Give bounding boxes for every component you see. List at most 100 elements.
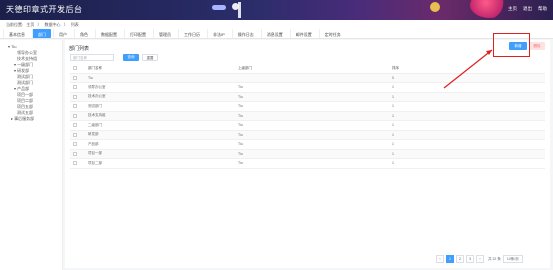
table-row[interactable]: 研发部 Tiu 1: [70, 130, 545, 140]
table-row[interactable]: 二级部门 Tiu 1: [70, 120, 545, 131]
cell-name: 项目二部: [88, 158, 238, 169]
breadcrumb-home[interactable]: 主页: [26, 22, 34, 27]
tab-user[interactable]: 用户: [53, 29, 72, 38]
breadcrumb-data-center[interactable]: 数据中心: [45, 22, 61, 27]
cell-parent: Tiu: [238, 149, 392, 159]
row-checkbox[interactable]: [70, 149, 88, 159]
department-name-filter[interactable]: 部门名称: [70, 54, 114, 61]
cell-sort: 1: [392, 92, 545, 102]
breadcrumb: 当前位置: 主页 〉 数据中心 〉 列表: [0, 20, 553, 29]
department-table: 部门名称 上级部门 排序 Tiu 0 领导办公室 Tiu 1 技术办公室 Tiu: [70, 64, 545, 169]
page-button-2[interactable]: 2: [456, 255, 464, 263]
prev-page-button[interactable]: ‹: [436, 255, 444, 263]
cell-parent: Tiu: [238, 92, 392, 102]
column-header-parent[interactable]: 上级部门: [238, 64, 392, 74]
cell-sort: 1: [392, 149, 545, 159]
breadcrumb-current: 列表: [70, 22, 79, 27]
cell-parent: Tiu: [238, 101, 392, 112]
home-link[interactable]: 主页: [508, 6, 517, 12]
breadcrumb-prefix: 当前位置:: [6, 22, 24, 27]
cell-sort: 1: [392, 158, 545, 169]
main-panel: 部门列表 部门名称 查询 重置 新增 删除 部门名称 上级部门 排序 Tiu 0…: [65, 40, 550, 268]
column-header-sort[interactable]: 排序: [392, 64, 545, 74]
row-checkbox[interactable]: [70, 92, 88, 102]
tab-admin[interactable]: 管理员: [153, 29, 176, 38]
cell-sort: 1: [392, 130, 545, 140]
cell-name: 领导办公室: [88, 82, 238, 93]
table-row[interactable]: 项目二部 Tiu 1: [70, 158, 545, 169]
row-checkbox[interactable]: [70, 101, 88, 112]
cell-name: 测试部门: [88, 101, 238, 112]
table-row[interactable]: 测试部门 Tiu 1: [70, 101, 545, 112]
tab-email-settings[interactable]: 邮件设置: [289, 29, 317, 38]
row-checkbox[interactable]: [70, 130, 88, 140]
tab-basic-info[interactable]: 基本信息: [3, 29, 30, 38]
tab-scheduled-tasks[interactable]: 定时任务: [318, 29, 346, 38]
tab-message-settings[interactable]: 消息设置: [260, 29, 288, 38]
cell-parent: Tiu: [238, 130, 392, 140]
top-header: 天德印章式开发后台 主页 退出 帮助: [0, 0, 553, 20]
cell-parent: Tiu: [238, 82, 392, 93]
page-button-3[interactable]: 3: [466, 255, 474, 263]
next-page-button[interactable]: ›: [476, 255, 484, 263]
column-header-name[interactable]: 部门名称: [88, 64, 238, 74]
blimp-decoration: [212, 5, 226, 10]
department-tree: ▾ Tiu 领导办公室 技术支持组 ▾ 一级部门 ▾ 研发部 测试部门 测试部门…: [0, 40, 63, 270]
reset-button[interactable]: 重置: [142, 54, 158, 61]
tab-illegal-ip[interactable]: 非法IP: [207, 29, 230, 38]
table-row[interactable]: 项目一部 Tiu 1: [70, 149, 545, 159]
app-title: 天德印章式开发后台: [6, 5, 83, 14]
page-title: 部门列表: [69, 46, 90, 52]
tab-operation-log[interactable]: 操作日志: [231, 29, 259, 38]
row-checkbox[interactable]: [70, 158, 88, 169]
table-row[interactable]: Tiu 0: [70, 73, 545, 83]
tab-department[interactable]: 部门: [32, 29, 51, 38]
cell-name: 研发部: [88, 130, 238, 140]
table-row[interactable]: 领导办公室 Tiu 1: [70, 82, 545, 93]
tab-data-config[interactable]: 数据配置: [95, 29, 122, 38]
table-row[interactable]: 产品部 Tiu 1: [70, 139, 545, 150]
cell-sort: 1: [392, 111, 545, 121]
search-button[interactable]: 查询: [123, 54, 139, 61]
cell-name: 技术办公室: [88, 92, 238, 102]
cell-name: 二级部门: [88, 120, 238, 131]
cell-sort: 1: [392, 82, 545, 93]
tab-work-calendar[interactable]: 工作日历: [178, 29, 205, 38]
delete-button[interactable]: 删除: [529, 42, 545, 50]
total-count: 共 22 条: [488, 256, 501, 261]
cell-sort: 1: [392, 120, 545, 131]
row-checkbox[interactable]: [70, 73, 88, 83]
highlight-box: [493, 33, 530, 57]
row-checkbox[interactable]: [70, 120, 88, 131]
tree-node[interactable]: ▸ 事后服务部: [0, 116, 62, 122]
cell-sort: 1: [392, 139, 545, 150]
cell-sort: 1: [392, 101, 545, 112]
cell-parent: Tiu: [238, 120, 392, 131]
page-size-select[interactable]: 10条/页: [502, 255, 523, 263]
breadcrumb-sep: 〉: [37, 22, 42, 27]
header-links: 主页 退出 帮助: [508, 6, 547, 12]
breadcrumb-sep: 〉: [63, 22, 68, 27]
row-checkbox[interactable]: [70, 111, 88, 121]
cell-name: 技术支持组: [88, 111, 238, 121]
cell-parent: Tiu: [238, 158, 392, 169]
cell-name: Tiu: [88, 73, 238, 83]
tab-print-config[interactable]: 打印配置: [124, 29, 151, 38]
cell-parent: Tiu: [238, 139, 392, 150]
planet-decoration-large: [470, 0, 510, 18]
page-button-1[interactable]: 1: [446, 255, 454, 263]
row-checkbox[interactable]: [70, 139, 88, 150]
select-all-checkbox[interactable]: [70, 64, 88, 74]
row-checkbox[interactable]: [70, 82, 88, 93]
planet-decoration: [430, 2, 440, 12]
help-link[interactable]: 帮助: [538, 6, 547, 12]
pagination: ‹ 1 2 3 › 共 22 条 10条/页: [436, 255, 523, 263]
logout-link[interactable]: 退出: [523, 6, 532, 12]
table-row[interactable]: 技术支持组 Tiu 1: [70, 111, 545, 121]
tab-role[interactable]: 角色: [74, 29, 93, 38]
table-row[interactable]: 技术办公室 Tiu 1: [70, 92, 545, 102]
cell-sort: 0: [392, 73, 545, 83]
cell-name: 项目一部: [88, 149, 238, 159]
cell-parent: Tiu: [238, 111, 392, 121]
cell-name: 产品部: [88, 139, 238, 150]
